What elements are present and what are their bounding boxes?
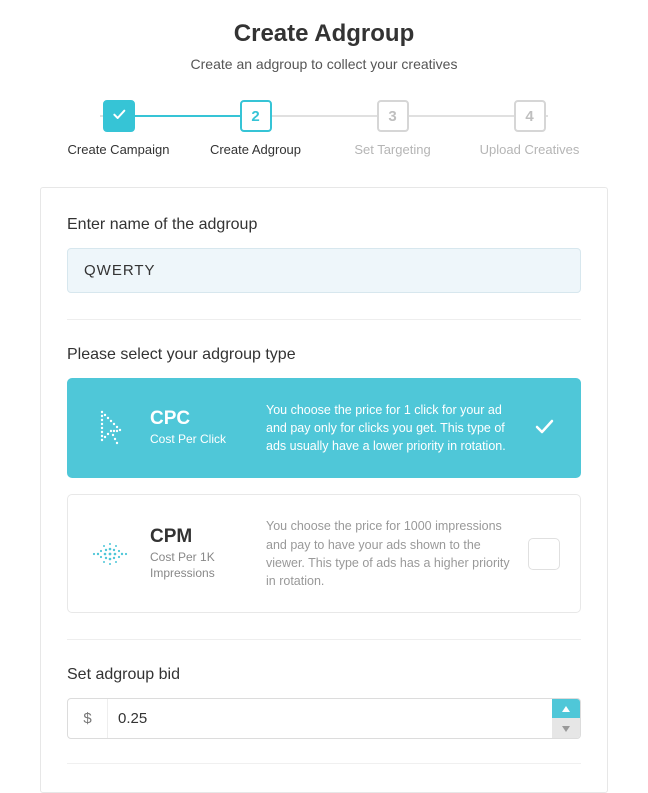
type-meta: CPM Cost Per 1K Impressions <box>150 526 248 581</box>
chevron-down-icon <box>561 721 571 736</box>
bid-input[interactable] <box>108 699 552 738</box>
type-meta: CPC Cost Per Click <box>150 408 248 448</box>
type-option-cpc[interactable]: CPC Cost Per Click You choose the price … <box>67 378 581 478</box>
divider <box>67 319 581 320</box>
type-desc: You choose the price for 1000 impression… <box>266 517 510 590</box>
step-label: Create Campaign <box>68 142 170 157</box>
step-label: Upload Creatives <box>480 142 580 157</box>
bid-decrement-button[interactable] <box>552 718 580 738</box>
bid-label: Set adgroup bid <box>67 666 581 684</box>
type-sub: Cost Per 1K Impressions <box>150 550 248 581</box>
bid-input-group: $ <box>67 698 581 739</box>
bid-spinner <box>552 699 580 738</box>
eye-icon <box>88 532 132 576</box>
step-create-adgroup[interactable]: 2 Create Adgroup <box>187 100 324 157</box>
type-unselected-box <box>528 538 560 570</box>
check-icon <box>532 414 556 443</box>
type-title: CPC <box>150 408 248 430</box>
step-box-1 <box>103 100 135 132</box>
type-desc: You choose the price for 1 click for you… <box>266 401 510 455</box>
type-option-cpm[interactable]: CPM Cost Per 1K Impressions You choose t… <box>67 494 581 613</box>
chevron-up-icon <box>561 701 571 716</box>
type-title: CPM <box>150 526 248 548</box>
step-set-targeting[interactable]: 3 Set Targeting <box>324 100 461 157</box>
step-box-2: 2 <box>240 100 272 132</box>
divider <box>67 763 581 764</box>
step-label: Create Adgroup <box>210 142 301 157</box>
type-sub: Cost Per Click <box>150 432 248 448</box>
cursor-icon <box>88 406 132 450</box>
page-subtitle: Create an adgroup to collect your creati… <box>0 56 648 72</box>
divider <box>67 639 581 640</box>
stepper: Create Campaign 2 Create Adgroup 3 Set T… <box>0 100 648 157</box>
page-title: Create Adgroup <box>0 20 648 48</box>
bid-increment-button[interactable] <box>552 699 580 719</box>
step-box-3: 3 <box>377 100 409 132</box>
form-card: Enter name of the adgroup Please select … <box>40 187 608 793</box>
adgroup-type-label: Please select your adgroup type <box>67 346 581 364</box>
adgroup-name-input[interactable] <box>67 248 581 293</box>
step-box-4: 4 <box>514 100 546 132</box>
step-label: Set Targeting <box>354 142 430 157</box>
page-root: Create Adgroup Create an adgroup to coll… <box>0 0 648 793</box>
currency-symbol: $ <box>68 699 108 738</box>
check-icon <box>111 106 127 126</box>
type-selected-check <box>528 412 560 444</box>
adgroup-name-label: Enter name of the adgroup <box>67 216 581 234</box>
step-upload-creatives[interactable]: 4 Upload Creatives <box>461 100 598 157</box>
step-create-campaign[interactable]: Create Campaign <box>50 100 187 157</box>
